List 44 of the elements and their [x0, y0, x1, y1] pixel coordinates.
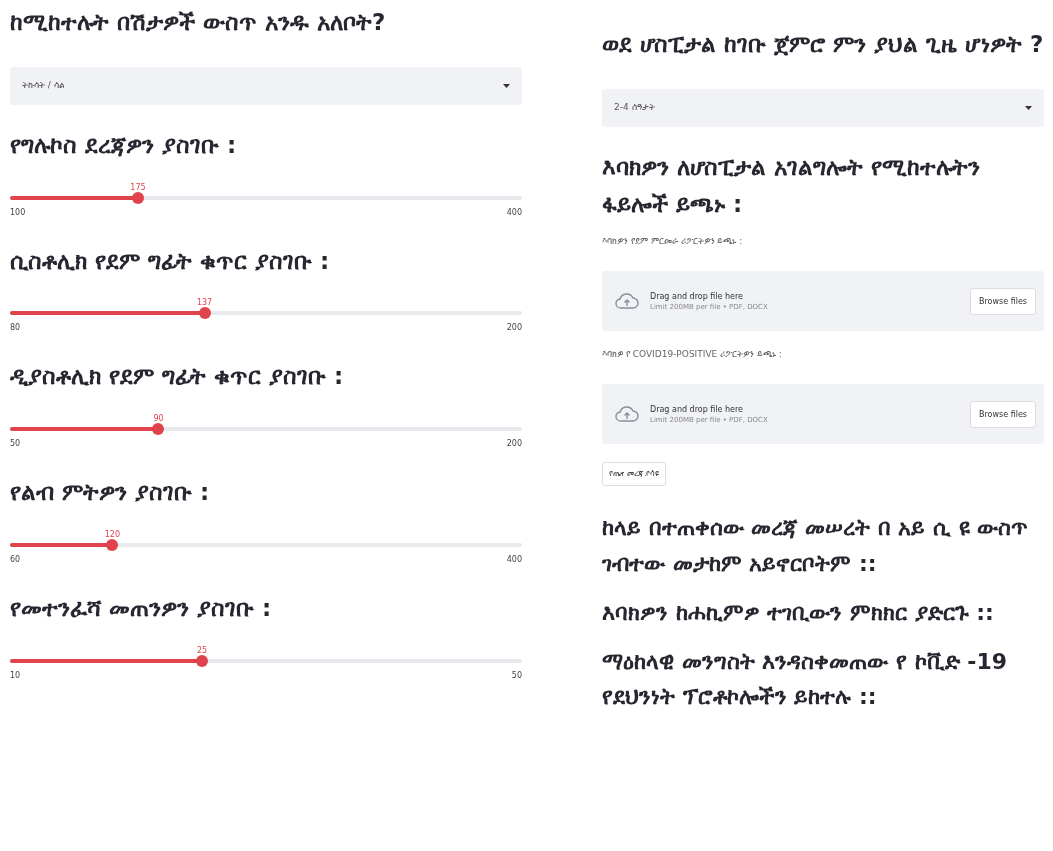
slider-value: 90	[153, 414, 164, 424]
slider-min: 10	[10, 670, 21, 680]
drop-prompt: Drag and drop file here	[650, 404, 745, 414]
result-text: ማዕከላዊ መንግስት እንዳስቀመጠው የ ኮቪድ -19 የደህንነት ፕሮቶኮሎችን ይከተሉ ::	[602, 647, 1009, 712]
slider-max: 200	[506, 439, 522, 449]
slider-min: 100	[10, 207, 26, 217]
question-label: የልብ ምትዎን ያስገቡ :	[10, 478, 211, 508]
slider-max: 50	[511, 670, 522, 680]
question-label: የግሉኮስ ደረጃዎን ያስገቡ :	[10, 130, 238, 160]
slider-max: 400	[506, 207, 522, 217]
slider-handle[interactable]	[196, 654, 208, 667]
upload-label: እባክዎ የ COVID19-POSITIVE ሪፖርትዎን ይጫኑ :	[602, 349, 783, 361]
slider-handle[interactable]	[198, 307, 211, 320]
section-heading: እባክዎን ለሆስፒታል አገልግሎት የሚከተሉትን ፋይሎች ይጫኑ :	[602, 152, 982, 219]
slider-value: 175	[130, 182, 146, 192]
slider-handle[interactable]	[132, 191, 144, 204]
show-info-button[interactable]: የጤና መረጃ ያሳዩ	[602, 462, 667, 487]
cloud-upload-icon	[614, 291, 640, 312]
slider-handle[interactable]	[106, 539, 119, 551]
slider-value: 25	[196, 645, 208, 655]
slider-max: 400	[506, 555, 522, 564]
result-text: እባክዎን ከሐኪምዎ ተገቢውን ምክክር ያድርጉ ::	[602, 598, 995, 627]
result-text: ከላይ በተጠቀሰው መረጃ መሠረት በ አይ ሲ ዩ ውስጥ ገብተው መታከም አይኖርቦትም ::	[602, 514, 1030, 578]
slider-min: 80	[10, 323, 21, 333]
cloud-upload-icon	[614, 404, 640, 425]
dropdown-field[interactable]: ትኩሳት / ሳል	[10, 66, 522, 105]
question-label: ወደ ሆስፒታል ከገቡ ጀምሮ ምን ያህል ጊዜ ሆነዎት ?	[602, 30, 1044, 59]
slider-handle[interactable]	[152, 423, 165, 436]
browse-files-button[interactable]: Browse files	[969, 400, 1036, 428]
question-label: ከሚከተሉት በሽታዎች ውስጥ አንዱ አለቦት?	[10, 8, 387, 37]
caret-icon	[1025, 105, 1032, 110]
browse-files-button[interactable]: Browse files	[969, 287, 1036, 315]
upload-label: እባክዎን የደም ምርመራ ሪፖርትዎን ይጫኑ :	[602, 236, 744, 248]
slider-max: 200	[506, 323, 522, 333]
dropdown-field[interactable]: 2-4 ሰዓታት	[602, 88, 1044, 127]
slider-value: 137	[196, 298, 213, 308]
question-label: የመተንፈሻ መጠንዎን ያስገቡ :	[10, 594, 273, 623]
slider-value: 120	[104, 530, 121, 539]
slider-min: 60	[10, 555, 21, 564]
caret-icon	[503, 83, 510, 88]
question-label: ዲያስቶሊክ የደም ግፊት ቁጥር ያስገቡ :	[10, 362, 345, 392]
drop-prompt: Drag and drop file here	[650, 291, 745, 301]
slider-min: 50	[10, 439, 21, 449]
question-label: ሲስቶሊክ የደም ግፊት ቁጥር ያስገቡ :	[10, 246, 331, 276]
